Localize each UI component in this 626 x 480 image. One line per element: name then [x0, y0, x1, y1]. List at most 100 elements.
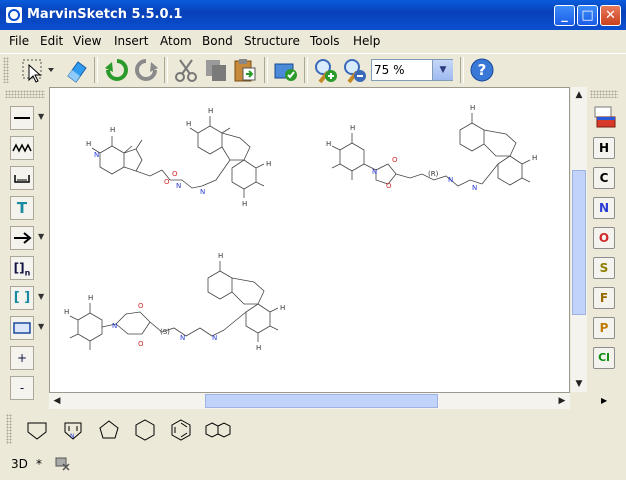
menu-bond[interactable]: Bond: [202, 34, 233, 48]
chevron-down-icon[interactable]: ▼: [38, 322, 44, 331]
sgroup-bracket-n-tool[interactable]: []n: [10, 256, 34, 280]
chevron-right-icon[interactable]: ▶: [601, 396, 607, 405]
zoom-out-icon[interactable]: [341, 56, 369, 84]
redo-icon[interactable]: [132, 56, 160, 84]
atom-label-h: H: [242, 200, 247, 208]
eraser-icon[interactable]: [62, 56, 90, 84]
reaction-arrow-tool[interactable]: [10, 226, 34, 250]
chevron-down-icon[interactable]: ▼: [38, 112, 44, 121]
increase-charge-tool[interactable]: +: [10, 346, 34, 370]
text-tool[interactable]: T: [10, 196, 34, 220]
atom-label-h: H: [470, 104, 475, 112]
atom-label-h: H: [326, 140, 331, 148]
atom-label-n: N: [200, 188, 205, 196]
atom-label-n: N: [112, 322, 117, 330]
svg-text:?: ?: [478, 61, 487, 79]
atom-label-o: O: [164, 178, 170, 186]
element-button-p[interactable]: P: [593, 317, 615, 339]
minimize-button[interactable]: _: [554, 5, 575, 26]
atom-label-h: H: [110, 126, 115, 134]
menu-structure[interactable]: Structure: [244, 34, 300, 48]
template-benzene-icon[interactable]: [169, 418, 193, 442]
toolbar-separator: [164, 57, 168, 83]
scroll-up-icon[interactable]: ▲: [572, 88, 586, 102]
template-cyclopentane-icon[interactable]: [97, 418, 121, 442]
molecule-3[interactable]: [69, 261, 279, 350]
rectangle-tool[interactable]: [10, 316, 34, 340]
atom-label-o: O: [392, 156, 398, 164]
element-button-h[interactable]: H: [593, 137, 615, 159]
status-bar: [0, 453, 626, 480]
selection-icon[interactable]: [20, 56, 54, 84]
left-panel-grip: [5, 90, 45, 98]
template-pyrrole-icon[interactable]: N: [61, 418, 85, 442]
menu-tools[interactable]: Tools: [310, 34, 340, 48]
menu-file[interactable]: File: [9, 34, 29, 48]
atom-label-h: H: [280, 304, 285, 312]
horizontal-scroll-thumb[interactable]: [205, 394, 438, 408]
bracket-n-subscript: n: [24, 268, 31, 278]
atom-label-h: H: [208, 107, 213, 115]
menu-insert[interactable]: Insert: [114, 34, 148, 48]
close-button[interactable]: ✕: [600, 5, 621, 26]
chevron-down-icon[interactable]: ▼: [38, 292, 44, 301]
element-button-s[interactable]: S: [593, 257, 615, 279]
vertical-scroll-thumb[interactable]: [572, 170, 586, 315]
element-button-cl[interactable]: Cl: [593, 347, 615, 369]
template-pentagon-open-icon[interactable]: [25, 418, 49, 442]
toolbar-separator: [94, 57, 98, 83]
chain-tool[interactable]: [10, 136, 34, 160]
toolbar-separator: [460, 57, 464, 83]
atom-label-o: O: [138, 302, 144, 310]
menu-atom[interactable]: Atom: [160, 34, 192, 48]
cut-icon[interactable]: [172, 56, 200, 84]
chevron-down-icon[interactable]: ▼: [432, 60, 453, 80]
scroll-down-icon[interactable]: ▼: [572, 377, 586, 391]
status-3d-mode[interactable]: 3D: [11, 457, 28, 471]
atom-label-n: N: [448, 176, 453, 184]
zoom-in-icon[interactable]: [312, 56, 340, 84]
atom-label-h: H: [350, 124, 355, 132]
paste-icon[interactable]: [231, 56, 259, 84]
menu-view[interactable]: View: [73, 34, 101, 48]
undo-icon[interactable]: [103, 56, 131, 84]
atom-label-h: H: [186, 120, 191, 128]
element-button-f[interactable]: F: [593, 287, 615, 309]
scroll-left-icon[interactable]: ◀: [50, 394, 64, 408]
zoom-value[interactable]: 75 %: [374, 63, 405, 77]
element-button-o[interactable]: O: [593, 227, 615, 249]
copy-icon[interactable]: [202, 56, 230, 84]
valence-error-icon[interactable]: [53, 455, 71, 471]
element-button-n[interactable]: N: [593, 197, 615, 219]
help-icon[interactable]: ?: [468, 56, 496, 84]
ring-bond-tool[interactable]: [10, 166, 34, 190]
drawing-canvas[interactable]: N O O N N H H H H H H N O O (R) N N H H …: [49, 87, 570, 393]
template-naphthalene-icon[interactable]: [204, 418, 232, 442]
toolbar-separator: [264, 57, 268, 83]
menu-edit[interactable]: Edit: [40, 34, 63, 48]
menu-help[interactable]: Help: [353, 34, 380, 48]
atom-label-n: N: [176, 182, 181, 190]
atom-label-h: H: [256, 344, 261, 352]
template-cyclohexane-icon[interactable]: [133, 418, 157, 442]
atom-label-h: H: [266, 160, 271, 168]
atom-label-o: O: [138, 340, 144, 348]
atom-label-n: N: [472, 184, 477, 192]
periodic-table-icon[interactable]: [593, 105, 617, 129]
clean-icon[interactable]: [272, 56, 300, 84]
toolbar-grip: [3, 57, 9, 83]
maximize-button[interactable]: □: [577, 5, 598, 26]
chevron-down-icon[interactable]: ▼: [38, 232, 44, 241]
right-panel-grip: [590, 90, 618, 98]
atom-label-h: H: [86, 140, 91, 148]
bracket-tool[interactable]: [ ]: [10, 286, 34, 310]
bracket-n-label: []: [13, 261, 25, 275]
single-bond-tool[interactable]: [10, 106, 34, 130]
scroll-right-icon[interactable]: ▶: [555, 394, 569, 408]
window-title: MarvinSketch 5.5.0.1: [27, 7, 183, 22]
atom-label-o: O: [386, 182, 392, 190]
element-button-c[interactable]: C: [593, 167, 615, 189]
decrease-charge-tool[interactable]: -: [10, 376, 34, 400]
atom-label-h: H: [64, 308, 69, 316]
atom-label-n: N: [94, 151, 99, 159]
